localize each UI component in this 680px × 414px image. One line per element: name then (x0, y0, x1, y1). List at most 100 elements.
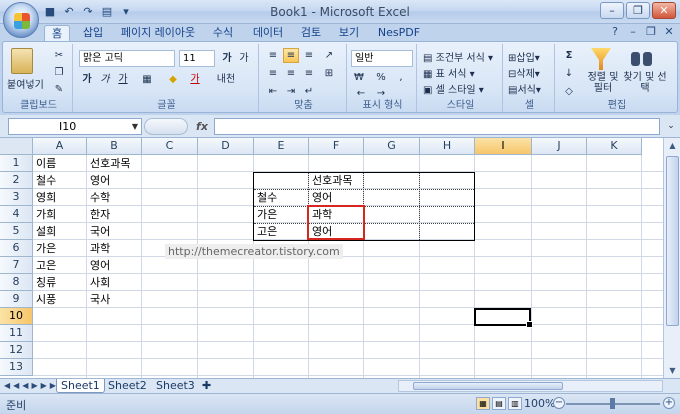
row-header[interactable]: 13 (0, 359, 33, 376)
zoom-slider-knob[interactable] (610, 398, 615, 409)
sort-filter-icon[interactable] (591, 48, 611, 70)
column-header[interactable]: J (532, 138, 587, 155)
office-button[interactable] (3, 2, 39, 38)
row-header[interactable]: 10 (0, 308, 33, 325)
row-header[interactable]: 1 (0, 155, 33, 172)
cell-b7[interactable]: 영어 (87, 257, 142, 274)
tab-home[interactable]: 홈 (44, 25, 70, 41)
format-painter-icon[interactable]: ✎ (51, 82, 67, 97)
formula-input[interactable] (214, 118, 660, 135)
cell-a5[interactable]: 설희 (33, 223, 87, 240)
format-as-table-button[interactable]: ▦ 표 서식 ▾ (423, 65, 475, 80)
zoom-level[interactable]: 100% (524, 397, 555, 410)
zoom-slider[interactable] (566, 398, 660, 409)
select-all-corner[interactable] (0, 138, 33, 155)
autosum-icon[interactable]: Σ (561, 48, 577, 63)
maximize-button[interactable]: ❐ (626, 2, 650, 19)
copy-icon[interactable]: ❐ (51, 65, 67, 80)
cell-b4[interactable]: 한자 (87, 206, 142, 223)
scroll-up-icon[interactable]: ▲ (664, 138, 680, 153)
row-header[interactable]: 7 (0, 257, 33, 274)
sheet-nav-icon[interactable]: ◀◀◀▶▶▶ (4, 379, 59, 393)
paste-icon[interactable] (11, 48, 33, 74)
conditional-format-button[interactable]: ▤ 조건부 서식 ▾ (423, 49, 493, 64)
column-header[interactable]: B (87, 138, 142, 155)
expand-formula-icon[interactable]: ⌄ (665, 118, 677, 135)
row-header[interactable]: 12 (0, 342, 33, 359)
align-center-icon[interactable]: ≡ (283, 66, 299, 81)
name-box[interactable]: I10 ▼ (8, 118, 142, 135)
fill-icon[interactable]: ↓ (561, 66, 577, 81)
row-header[interactable]: 6 (0, 240, 33, 257)
insert-cells-button[interactable]: ⊞삽입▾ (508, 49, 540, 64)
cell-a6[interactable]: 가은 (33, 240, 87, 257)
comma-icon[interactable]: , (393, 70, 409, 85)
ribbon-minimize-icon[interactable]: – (626, 25, 640, 39)
minimize-button[interactable]: – (600, 2, 624, 19)
cut-icon[interactable]: ✂ (51, 48, 67, 63)
tab-data[interactable]: 데이터 (248, 25, 288, 41)
row-header[interactable]: 3 (0, 189, 33, 206)
active-cell-selection[interactable] (474, 308, 533, 328)
cell-a1[interactable]: 이름 (33, 155, 87, 172)
cell-e5[interactable]: 고은 (254, 223, 309, 240)
row-header[interactable]: 8 (0, 274, 33, 291)
cell-b6[interactable]: 과학 (87, 240, 142, 257)
scroll-thumb[interactable] (666, 156, 679, 326)
tab-insert[interactable]: 삽입 (78, 25, 108, 41)
row-header[interactable]: 5 (0, 223, 33, 240)
row-header[interactable]: 2 (0, 172, 33, 189)
page-break-view-icon[interactable]: ▥ (508, 397, 522, 410)
align-top-icon[interactable]: ≡ (265, 48, 281, 63)
zoom-out-icon[interactable]: − (553, 397, 565, 409)
chevron-down-icon[interactable]: ▼ (132, 119, 138, 134)
cell-b8[interactable]: 사회 (87, 274, 142, 291)
cell-a4[interactable]: 가희 (33, 206, 87, 223)
column-header[interactable]: D (198, 138, 254, 155)
cell-e4[interactable]: 가은 (254, 206, 309, 223)
cell-styles-button[interactable]: ▣ 셀 스타일 ▾ (423, 81, 484, 96)
paste-button[interactable]: 붙여넣기 (7, 76, 44, 91)
column-header[interactable]: I (475, 138, 532, 155)
cell-f2[interactable]: 선호과목 (309, 172, 364, 189)
vertical-scrollbar[interactable]: ▲ ▼ (663, 138, 680, 378)
zoom-in-icon[interactable]: + (663, 397, 675, 409)
row-header[interactable]: 11 (0, 325, 33, 342)
page-layout-view-icon[interactable]: ▤ (492, 397, 506, 410)
binoculars-icon[interactable] (631, 48, 653, 68)
cell-e3[interactable]: 철수 (254, 189, 309, 206)
scroll-down-icon[interactable]: ▼ (664, 363, 680, 378)
tab-review[interactable]: 검토 (296, 25, 326, 41)
sheet-tab-sheet3[interactable]: Sheet3 (152, 379, 199, 393)
tab-formulas[interactable]: 수식 (208, 25, 238, 41)
tab-page-layout[interactable]: 페이지 레이아웃 (118, 25, 198, 41)
number-format-select[interactable]: 일반 (351, 50, 413, 67)
column-header[interactable]: K (587, 138, 642, 155)
cell-a2[interactable]: 철수 (33, 172, 87, 189)
cell-b1[interactable]: 선호과목 (87, 155, 142, 172)
cell-a9[interactable]: 시풍 (33, 291, 87, 308)
ribbon-restore-icon[interactable]: ❐ (644, 25, 658, 39)
format-cells-button[interactable]: ▤서식▾ (508, 81, 541, 96)
cell-f4[interactable]: 과학 (309, 206, 364, 223)
italic-button[interactable]: 가 (97, 72, 113, 87)
column-header[interactable]: C (142, 138, 198, 155)
font-size-select[interactable]: 11 (179, 50, 215, 67)
sheet-tab-sheet1[interactable]: Sheet1 (56, 379, 105, 393)
phonetic-button[interactable]: 내천 (215, 72, 237, 87)
column-header[interactable]: A (33, 138, 87, 155)
cell-a3[interactable]: 영희 (33, 189, 87, 206)
merge-center-icon[interactable]: ⊞ (321, 66, 337, 81)
underline-button[interactable]: 가 (115, 72, 131, 87)
sort-filter-button[interactable]: 정렬 및 필터 (583, 72, 623, 94)
cell-f3[interactable]: 영어 (309, 189, 364, 206)
font-color-button[interactable]: 가 (187, 72, 203, 87)
tab-nespdf[interactable]: NesPDF (374, 25, 424, 41)
currency-icon[interactable]: ₩ (351, 70, 367, 85)
font-name-select[interactable]: 맑은 고딕 (79, 50, 175, 67)
percent-icon[interactable]: % (373, 70, 389, 85)
help-icon[interactable]: ? (608, 25, 622, 39)
sheet-tab-sheet2[interactable]: Sheet2 (104, 379, 151, 393)
ribbon-close-icon[interactable]: ✕ (662, 25, 676, 39)
column-header[interactable]: G (364, 138, 420, 155)
